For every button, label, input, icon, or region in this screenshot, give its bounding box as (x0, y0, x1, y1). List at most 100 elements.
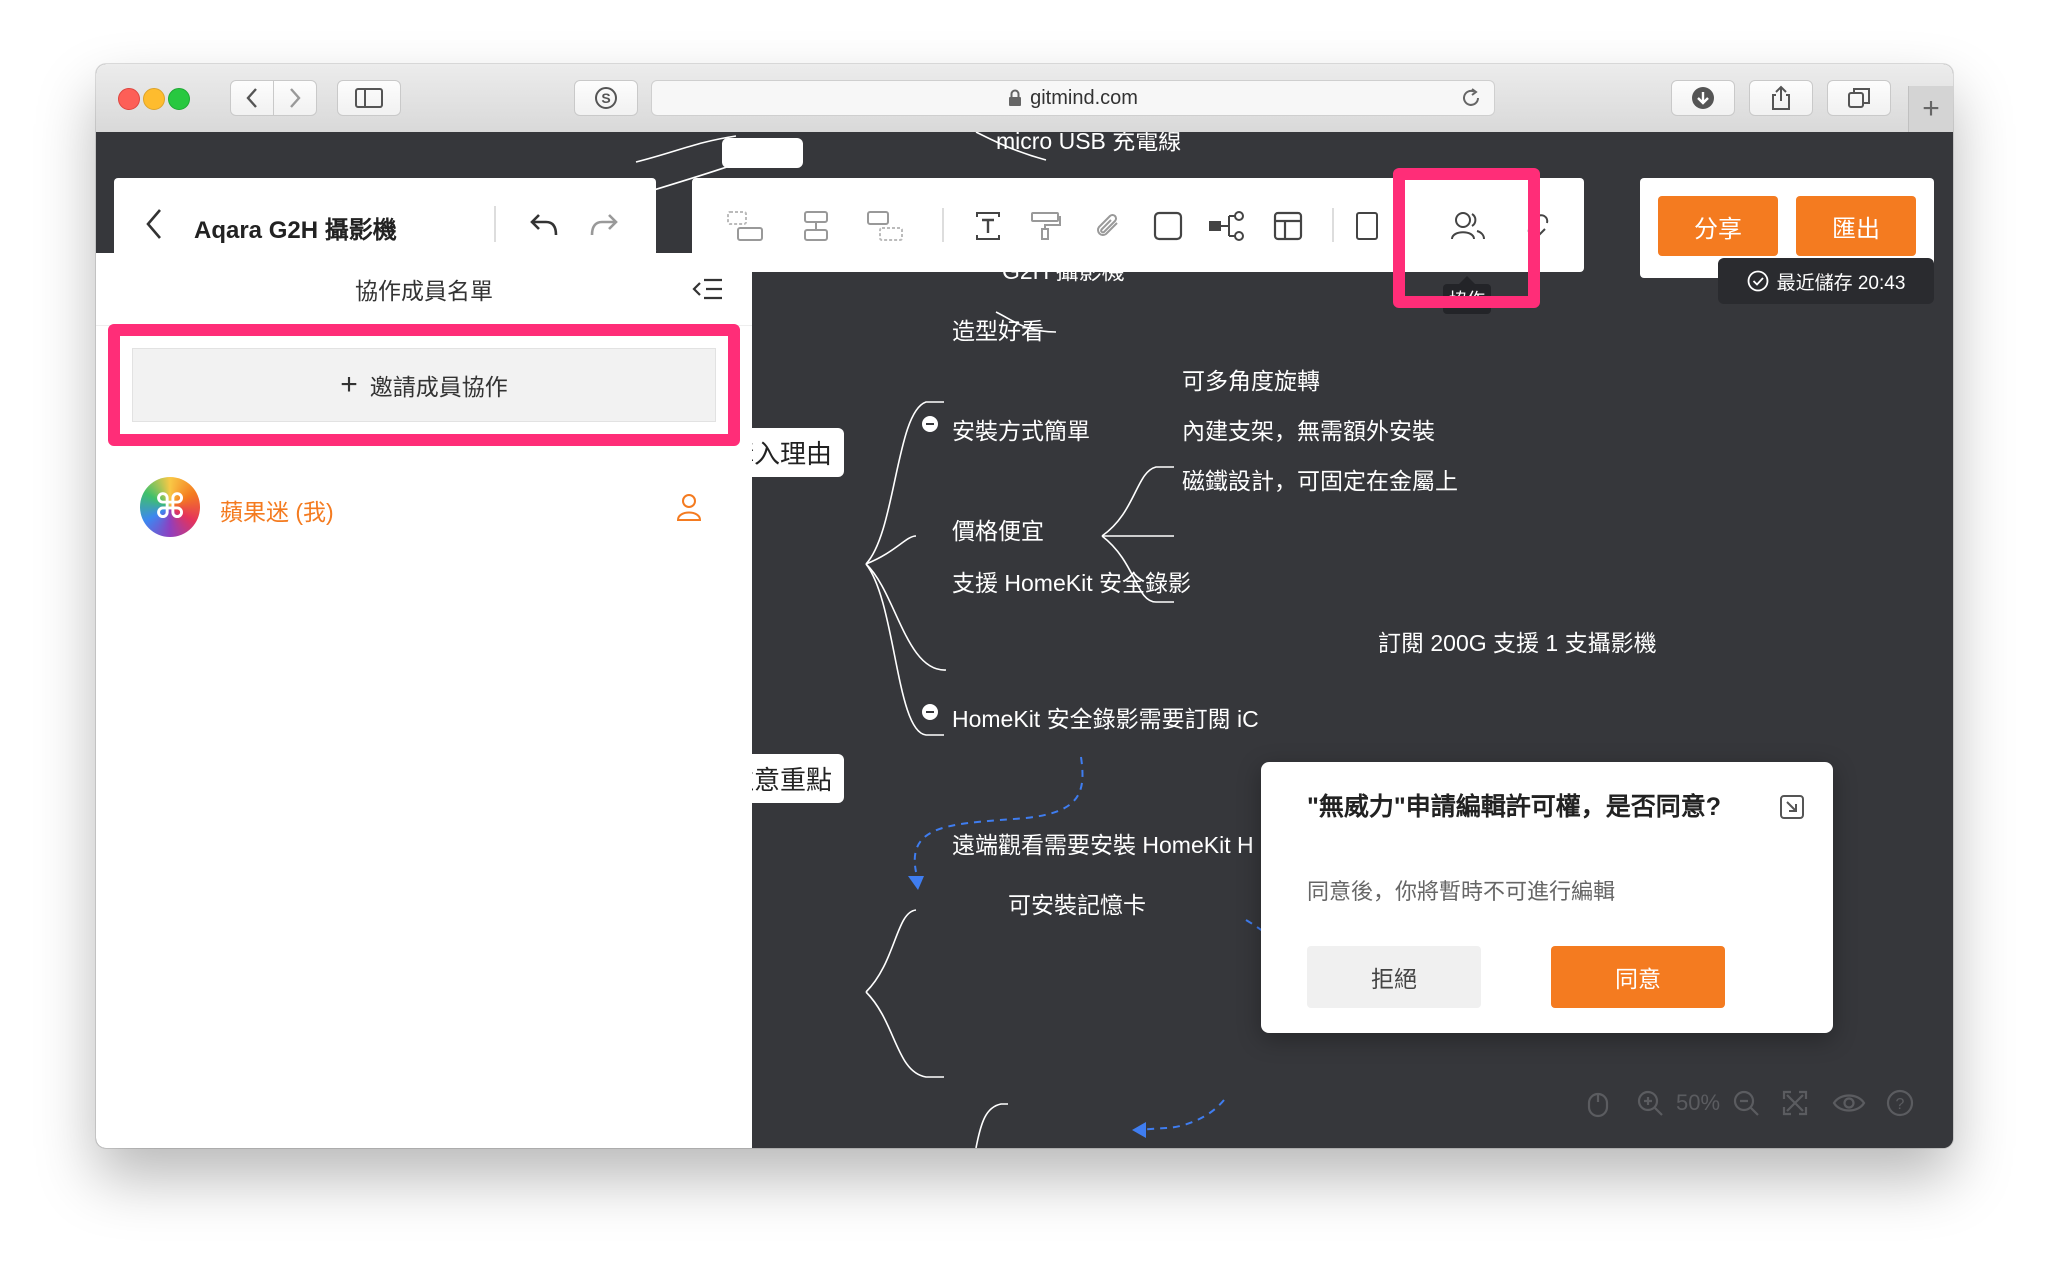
tabs-icon (1848, 88, 1870, 108)
note-icon (1356, 212, 1378, 240)
insert-sibling-icon (727, 211, 763, 241)
layout-button[interactable] (1268, 206, 1308, 246)
shape-icon (1153, 211, 1183, 241)
mindmap-node-easy-install[interactable]: 安裝方式簡單 (952, 412, 1090, 446)
mindmap-node-homekit-support[interactable]: 支援 HomeKit 安全錄影 (952, 564, 1191, 598)
mindmap-node-subscribe[interactable]: 訂閱 200G 支援 1 支攝影機 (1378, 624, 1657, 658)
check-circle-icon (1747, 270, 1768, 292)
collab-sidebar: 協作成員名單 + 邀請成員協作 ⌘ 蘋果迷 (我) (96, 253, 752, 1148)
sidebar-toggle-button[interactable] (337, 80, 401, 116)
text-button[interactable] (968, 206, 1008, 246)
attachment-button[interactable] (1088, 206, 1128, 246)
redo-button[interactable] (584, 204, 624, 244)
text-icon (976, 212, 1000, 240)
collapse-toggle-icon[interactable] (920, 702, 940, 722)
layout-icon (1273, 211, 1303, 241)
help-icon[interactable]: ? (1886, 1089, 1914, 1117)
mindmap-node-good-looking[interactable]: 造型好看 (952, 312, 1044, 346)
fit-screen-icon[interactable] (1782, 1090, 1808, 1116)
browser-toolbar: S gitmind.com + (96, 64, 1953, 133)
format-painter-icon (1031, 212, 1061, 240)
structure-button[interactable] (1204, 206, 1250, 246)
chevron-left-icon (246, 88, 257, 108)
collapse-toggle-icon[interactable] (920, 414, 940, 434)
url-text: gitmind.com (1030, 86, 1138, 109)
insert-parent-button[interactable] (864, 206, 908, 246)
redo-icon (590, 214, 618, 236)
chevron-right-icon (290, 88, 301, 108)
mindmap-node-rotate[interactable]: 可多角度旋轉 (1182, 362, 1320, 396)
forward-nav-button[interactable] (273, 80, 317, 116)
mindmap-node-partial[interactable] (722, 138, 804, 168)
accept-button[interactable]: 同意 (1551, 946, 1725, 1008)
mindmap-canvas[interactable]: micro USB 充電線 G2H 攝影機 購入理由 造型好看 安裝方式簡單 價… (96, 132, 1953, 1148)
s-circle-icon: S (595, 87, 617, 109)
member-row[interactable]: ⌘ 蘋果迷 (我) (96, 473, 752, 543)
mindmap-node-remote-view[interactable]: 遠端觀看需要安裝 HomeKit H (952, 826, 1262, 860)
back-button[interactable] (134, 204, 174, 244)
browser-window: S gitmind.com + micro USB 充電線 購入理由 造型好看 … (96, 64, 1953, 1148)
minimize-dialog-button[interactable] (1777, 792, 1807, 822)
attachment-icon (1097, 213, 1118, 236)
tabs-overview-button[interactable] (1827, 80, 1891, 116)
save-status-text: 最近儲存 20:43 (1776, 272, 1906, 294)
collapse-list-icon (692, 278, 722, 300)
zoom-out-icon[interactable] (1732, 1089, 1760, 1117)
plus-icon: + (1922, 92, 1940, 125)
user-icon (676, 494, 702, 521)
mouse-icon[interactable] (1586, 1088, 1610, 1118)
dialog-message: 同意後，你將暫時不可進行編輯 (1307, 879, 1616, 904)
save-status: 最近儲存 20:43 (1718, 258, 1934, 304)
mindmap-node-cheap[interactable]: 價格便宜 (952, 512, 1044, 546)
doc-title[interactable]: Aqara G2H 攝影機 (194, 210, 397, 245)
svg-text:?: ? (1896, 1096, 1905, 1113)
member-name: 蘋果迷 (我) (220, 499, 334, 525)
download-icon (1692, 87, 1714, 109)
structure-icon (1209, 211, 1244, 241)
zoom-in-icon[interactable] (1636, 1089, 1664, 1117)
close-window-button[interactable] (118, 88, 140, 110)
format-painter-button[interactable] (1026, 206, 1066, 246)
mindmap-node-magnet[interactable]: 磁鐵設計，可固定在金屬上 (1182, 462, 1458, 496)
mindmap-node-memory-card[interactable]: 可安裝記憶卡 (1008, 886, 1146, 920)
undo-button[interactable] (524, 204, 564, 244)
eye-icon[interactable] (1832, 1091, 1866, 1115)
plus-icon: + (340, 368, 358, 401)
dialog-title: "無威力"申請編輯許可權，是否同意? (1307, 793, 1721, 821)
sidebar-title: 協作成員名單 (96, 253, 752, 326)
svg-text:S: S (601, 90, 610, 106)
share-button[interactable]: 分享 (1658, 196, 1778, 256)
invite-label: 邀請成員協作 (369, 374, 508, 400)
edit-request-dialog: "無威力"申請編輯許可權，是否同意? 同意後，你將暫時不可進行編輯 拒絕 同意 (1261, 762, 1833, 1033)
back-nav-button[interactable] (230, 80, 274, 116)
invite-member-button[interactable]: + 邀請成員協作 (132, 348, 716, 422)
insert-child-icon (804, 211, 828, 241)
avatar: ⌘ (140, 477, 200, 537)
mindmap-node-homekit-subscribe[interactable]: HomeKit 安全錄影需要訂閱 iC (952, 700, 1262, 734)
share-sheet-button[interactable] (1749, 80, 1813, 116)
address-bar[interactable]: gitmind.com (651, 80, 1495, 116)
share-icon (1772, 85, 1790, 110)
mindmap-node-usb[interactable]: micro USB 充電線 (996, 132, 1181, 156)
zoom-window-button[interactable] (168, 88, 190, 110)
insert-child-button[interactable] (798, 206, 834, 246)
undo-icon (530, 214, 558, 236)
new-tab-button[interactable]: + (1908, 86, 1953, 132)
lock-icon (1009, 89, 1022, 106)
insert-parent-icon (867, 211, 903, 241)
zoom-toolbar: 50% ? (1586, 1088, 1914, 1118)
divider (1332, 208, 1334, 242)
zoom-level: 50% (1676, 1090, 1721, 1115)
export-button[interactable]: 匯出 (1796, 196, 1916, 256)
insert-sibling-button[interactable] (724, 206, 768, 246)
minimize-window-button[interactable] (143, 88, 165, 110)
reload-icon[interactable] (1460, 87, 1482, 109)
sidebar-icon (355, 88, 383, 108)
reject-button[interactable]: 拒絕 (1307, 946, 1481, 1008)
extension-button[interactable]: S (574, 80, 638, 116)
shape-button[interactable] (1148, 206, 1188, 246)
mindmap-node-built-in-stand[interactable]: 內建支架，無需額外安裝 (1182, 412, 1435, 446)
collapse-sidebar-button[interactable] (688, 271, 728, 307)
more-button[interactable] (1352, 206, 1382, 246)
downloads-button[interactable] (1671, 80, 1735, 116)
